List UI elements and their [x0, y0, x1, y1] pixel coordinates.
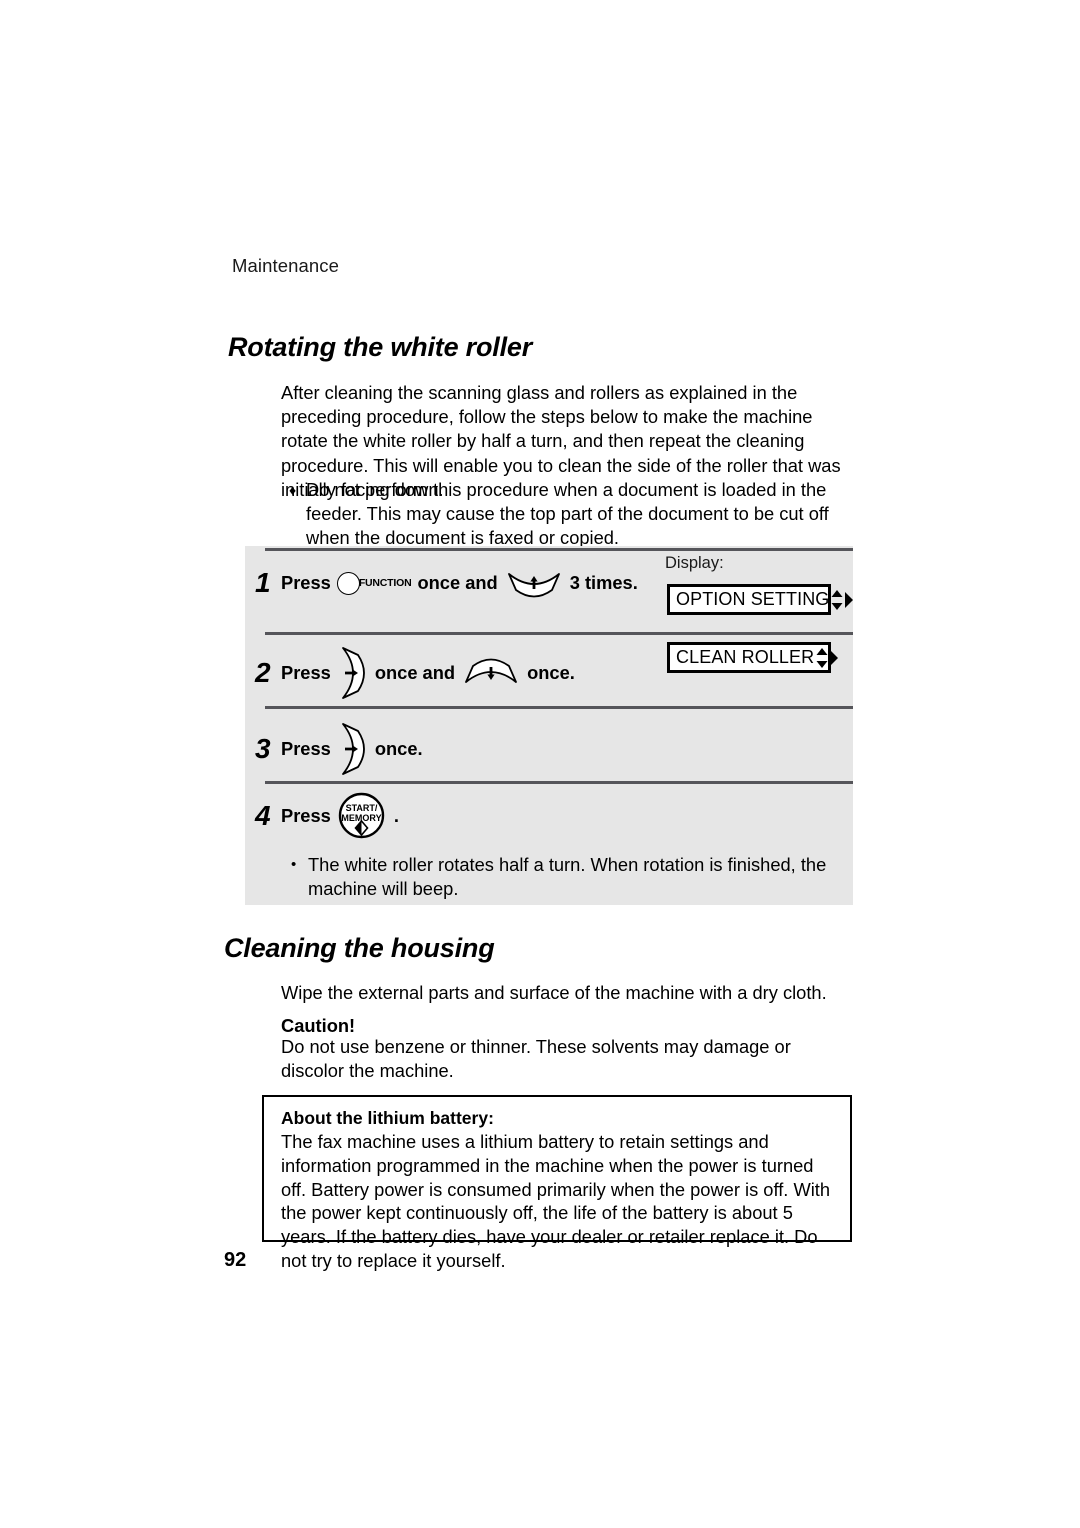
- press-label: Press: [281, 738, 331, 759]
- lithium-battery-title: About the lithium battery:: [281, 1108, 494, 1128]
- arrow-right-key-icon: [336, 722, 366, 776]
- feeder-warning-text: Do not perform this procedure when a doc…: [306, 479, 829, 549]
- up-down-right-arrows-icon: [829, 589, 858, 611]
- section-heading-rotating-the-white-roller: Rotating the white roller: [228, 332, 533, 362]
- up-down-right-arrows-icon: [814, 647, 843, 669]
- procedure-step-3: 3 Press once.: [255, 722, 427, 776]
- start-memory-key-icon: START/ MEMORY: [338, 792, 385, 839]
- procedure-result-text: The white roller rotates half a turn. Wh…: [308, 854, 827, 900]
- function-key-label: FUNCTION: [358, 577, 412, 589]
- once-and-label: once and: [374, 662, 456, 683]
- procedure-step-2: 2 Press once and once.: [255, 646, 579, 700]
- round-bullet-icon: •: [291, 856, 297, 873]
- press-label: Press: [281, 804, 331, 826]
- once-and-label: once and: [417, 572, 498, 593]
- step-number: 3: [255, 733, 271, 764]
- caution-label: Caution!: [281, 1015, 356, 1036]
- display-label: Display:: [665, 554, 724, 572]
- procedure-step-4: 4 Press START/ MEMORY .: [255, 792, 403, 839]
- once-label: once.: [527, 662, 575, 683]
- caution-paragraph: Do not use benzene or thinner. These sol…: [281, 1036, 791, 1082]
- times-label: 3 times.: [569, 572, 638, 593]
- lithium-battery-note-box: About the lithium battery: The fax machi…: [262, 1095, 852, 1271]
- once-label: once.: [374, 738, 423, 759]
- panel-divider-rule: [265, 632, 853, 635]
- step-instruction: Press once and once.: [281, 646, 579, 700]
- section-heading-cleaning-the-housing: Cleaning the housing: [224, 933, 495, 963]
- step-number: 4: [255, 799, 271, 831]
- press-label: Press: [281, 662, 331, 683]
- lcd-display-clean-roller: CLEAN ROLLER: [667, 642, 839, 673]
- page-number: 92: [224, 1249, 247, 1271]
- step-instruction: Press START/ MEMORY .: [281, 792, 403, 839]
- svg-text:START/: START/: [345, 803, 377, 813]
- panel-divider-rule: [265, 706, 853, 709]
- lcd-text: CLEAN ROLLER: [676, 647, 815, 667]
- press-label: Press: [281, 572, 331, 593]
- function-key-icon: FUNCTION: [336, 571, 412, 595]
- running-head: Maintenance: [232, 255, 340, 276]
- step-instruction: Press once.: [281, 722, 427, 776]
- step-number: 2: [255, 657, 271, 688]
- lcd-display-option-setting: OPTION SETTING: [667, 584, 854, 615]
- period-label: .: [393, 804, 399, 826]
- arrow-up-key-icon: [464, 658, 518, 688]
- wipe-paragraph: Wipe the external parts and surface of t…: [281, 982, 827, 1003]
- function-key-circle: [336, 571, 360, 595]
- panel-divider-rule: [265, 781, 853, 784]
- lcd-text: OPTION SETTING: [676, 589, 830, 609]
- arrow-down-key-icon: [507, 568, 561, 598]
- lithium-battery-text: The fax machine uses a lithium battery t…: [281, 1131, 831, 1271]
- panel-divider-rule: [265, 548, 853, 551]
- step-number: 1: [255, 567, 271, 598]
- procedure-panel: 1 Press FUNCTION once and 3 times. 2 Pre…: [245, 546, 854, 905]
- feeder-warning-note: ♦ Do not perform this procedure when a d…: [289, 478, 854, 551]
- procedure-result-note: • The white roller rotates half a turn. …: [291, 853, 851, 901]
- step-instruction: Press FUNCTION once and 3 times.: [281, 568, 642, 598]
- arrow-right-key-icon: [336, 646, 366, 700]
- procedure-step-1: 1 Press FUNCTION once and 3 times.: [255, 568, 642, 598]
- diamond-bullet-icon: ♦: [289, 482, 297, 498]
- document-page: Maintenance Rotating the white roller Af…: [0, 0, 1080, 1528]
